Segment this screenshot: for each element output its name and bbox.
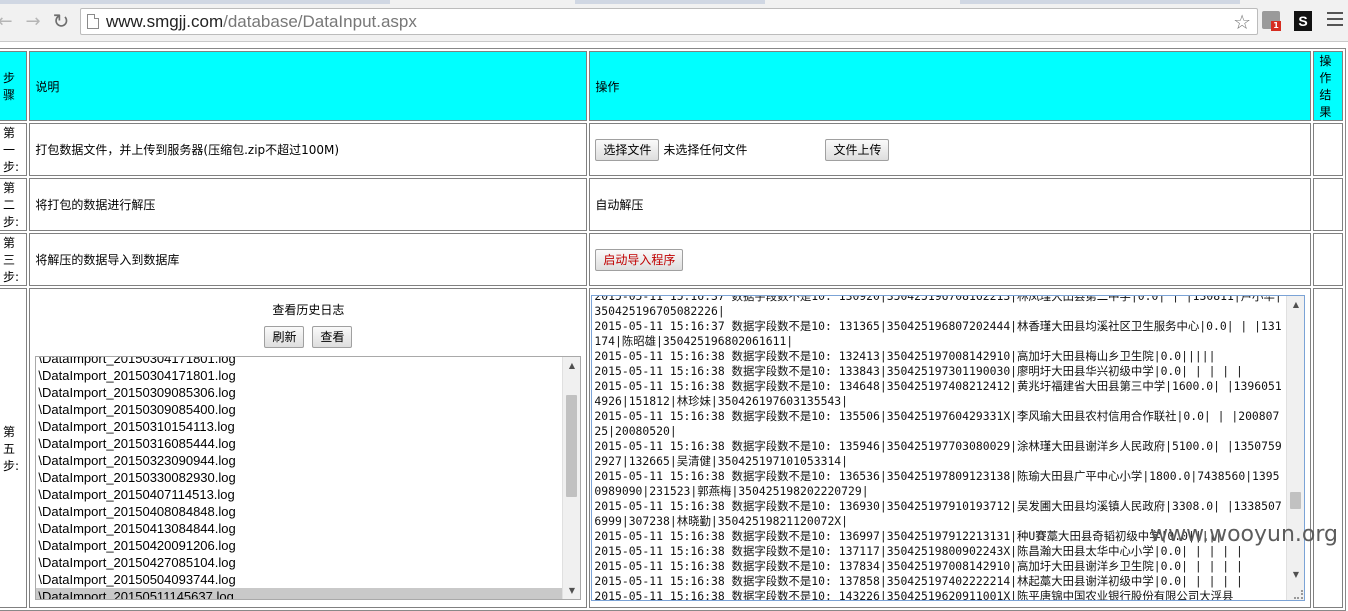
- log-text: 2015-05-11 15:16:37 数据字段数不是10: 130920|35…: [594, 295, 1282, 601]
- list-item[interactable]: \DataImport_20150413084844.log: [36, 520, 563, 537]
- step-description: 将打包的数据进行解压: [29, 178, 588, 231]
- step-description: 打包数据文件，并上传到服务器(压缩包.zip不超过100M): [29, 123, 588, 176]
- url-path: /database/DataInput.aspx: [223, 12, 417, 31]
- list-item[interactable]: \DataImport_20150323090944.log: [36, 452, 563, 469]
- header-result: 操作结果: [1313, 51, 1343, 121]
- step-operation: 自动解压: [589, 178, 1312, 231]
- browser-toolbar: ← → ↻ www.smgjj.com/database/DataInput.a…: [0, 0, 1348, 42]
- upload-button[interactable]: 文件上传: [825, 138, 890, 161]
- list-item[interactable]: \DataImport_20150408084848.log: [36, 503, 563, 520]
- list-item[interactable]: \DataImport_20150309085306.log: [36, 384, 563, 401]
- list-item[interactable]: \DataImport_20150407114513.log: [36, 486, 563, 503]
- history-items: \DataImport_20150304171801.log \DataImpor…: [36, 357, 564, 599]
- list-item[interactable]: \DataImport_20150304171801.log: [36, 367, 563, 384]
- list-item[interactable]: \DataImport_20150310154113.log: [36, 418, 563, 435]
- step-operation: 选择文件 未选择任何文件 文件上传: [589, 123, 1312, 176]
- list-item[interactable]: \DataImport_20150420091206.log: [36, 537, 563, 554]
- start-import-button[interactable]: 启动导入程序: [595, 248, 684, 271]
- scroll-up-icon[interactable]: ▲: [1287, 296, 1304, 313]
- history-log-list[interactable]: \DataImport_20150304171801.log \DataImpor…: [35, 355, 582, 600]
- tab-edge: [0, 0, 390, 4]
- step-label: 第三步:: [0, 233, 28, 286]
- log-output-textarea[interactable]: 2015-05-11 15:16:37 数据字段数不是10: 130920|35…: [591, 295, 1306, 601]
- url-text[interactable]: www.smgjj.com/database/DataInput.aspx: [106, 12, 417, 32]
- step-result: [1313, 288, 1343, 608]
- list-item[interactable]: \DataImport_20150504093744.log: [36, 571, 563, 588]
- data-input-table: 步骤 说明 操作 操作结果 第一步: 打包数据文件，并上传到服务器(压缩包.zi…: [0, 48, 1346, 611]
- log-scroll-thumb[interactable]: [1290, 492, 1302, 509]
- step-label: 第二步:: [0, 178, 28, 231]
- list-item[interactable]: \DataImport_20150316085444.log: [36, 435, 563, 452]
- list-scrollbar[interactable]: ▲ ▼: [562, 356, 581, 599]
- tab-edge: [960, 0, 1240, 4]
- history-title: 查看历史日志: [272, 302, 345, 317]
- header-description: 说明: [29, 51, 588, 121]
- tab-strip: [0, 0, 1348, 4]
- refresh-button[interactable]: 刷新: [264, 325, 305, 348]
- header-operation: 操作: [589, 51, 1312, 121]
- list-item[interactable]: \DataImport_20150309085400.log: [36, 401, 563, 418]
- back-icon[interactable]: ←: [0, 10, 16, 32]
- watermark: www.wooyun.org: [1150, 522, 1338, 547]
- step-result: [1313, 178, 1343, 231]
- table-header-row: 步骤 说明 操作 操作结果: [0, 51, 1343, 121]
- scroll-up-icon[interactable]: ▲: [563, 357, 580, 374]
- bookmark-star-icon[interactable]: ☆: [1233, 10, 1251, 34]
- reload-icon[interactable]: ↻: [50, 9, 72, 33]
- step-label: 第一步:: [0, 123, 28, 176]
- url-host: www.smgjj.com: [106, 12, 224, 31]
- forward-icon[interactable]: →: [22, 10, 44, 32]
- choose-file-button[interactable]: 选择文件: [595, 138, 660, 161]
- extension-s-icon[interactable]: S: [1294, 11, 1312, 31]
- list-item[interactable]: \DataImport_20150304171801.log: [36, 357, 563, 367]
- address-bar[interactable]: www.smgjj.com/database/DataInput.aspx ☆: [80, 8, 1258, 35]
- step-description: 将解压的数据导入到数据库: [29, 233, 588, 286]
- menu-icon[interactable]: [1327, 12, 1343, 28]
- list-item[interactable]: \DataImport_20150511145637.log: [36, 587, 564, 599]
- log-output-cell: 2015-05-11 15:16:37 数据字段数不是10: 130920|35…: [589, 288, 1312, 608]
- list-item[interactable]: \DataImport_20150330082930.log: [36, 469, 563, 486]
- step-label: 第五步:: [0, 288, 28, 608]
- page-icon: [87, 14, 99, 29]
- table-row: 第三步: 将解压的数据导入到数据库 启动导入程序: [0, 233, 1343, 286]
- view-button[interactable]: 查看: [312, 325, 353, 348]
- scroll-down-icon[interactable]: ▼: [1287, 566, 1304, 583]
- history-buttons: 刷新 查看: [35, 325, 581, 348]
- table-row: 第五步: 查看历史日志 刷新 查看 \DataImport_2015030417…: [0, 288, 1343, 608]
- resize-grip-icon[interactable]: [1294, 590, 1304, 599]
- extension-icon[interactable]: 1: [1262, 11, 1281, 31]
- log-scrollbar[interactable]: ▲ ▼: [1286, 296, 1305, 600]
- table-row: 第一步: 打包数据文件，并上传到服务器(压缩包.zip不超过100M) 选择文件…: [0, 123, 1343, 176]
- step-result: [1313, 233, 1343, 286]
- step-operation: 启动导入程序: [589, 233, 1312, 286]
- list-item[interactable]: \DataImport_20150427085104.log: [36, 554, 563, 571]
- extension-badge: 1: [1271, 21, 1281, 31]
- file-status-text: 未选择任何文件: [663, 143, 748, 157]
- header-step: 步骤: [0, 51, 28, 121]
- scroll-down-icon[interactable]: ▼: [563, 582, 580, 599]
- history-log-panel: 查看历史日志 刷新 查看 \DataImport_20150304171801.…: [29, 288, 588, 608]
- step-result: [1313, 123, 1343, 176]
- list-scroll-thumb[interactable]: [566, 394, 578, 497]
- tab-edge: [575, 0, 765, 4]
- table-row: 第二步: 将打包的数据进行解压 自动解压: [0, 178, 1343, 231]
